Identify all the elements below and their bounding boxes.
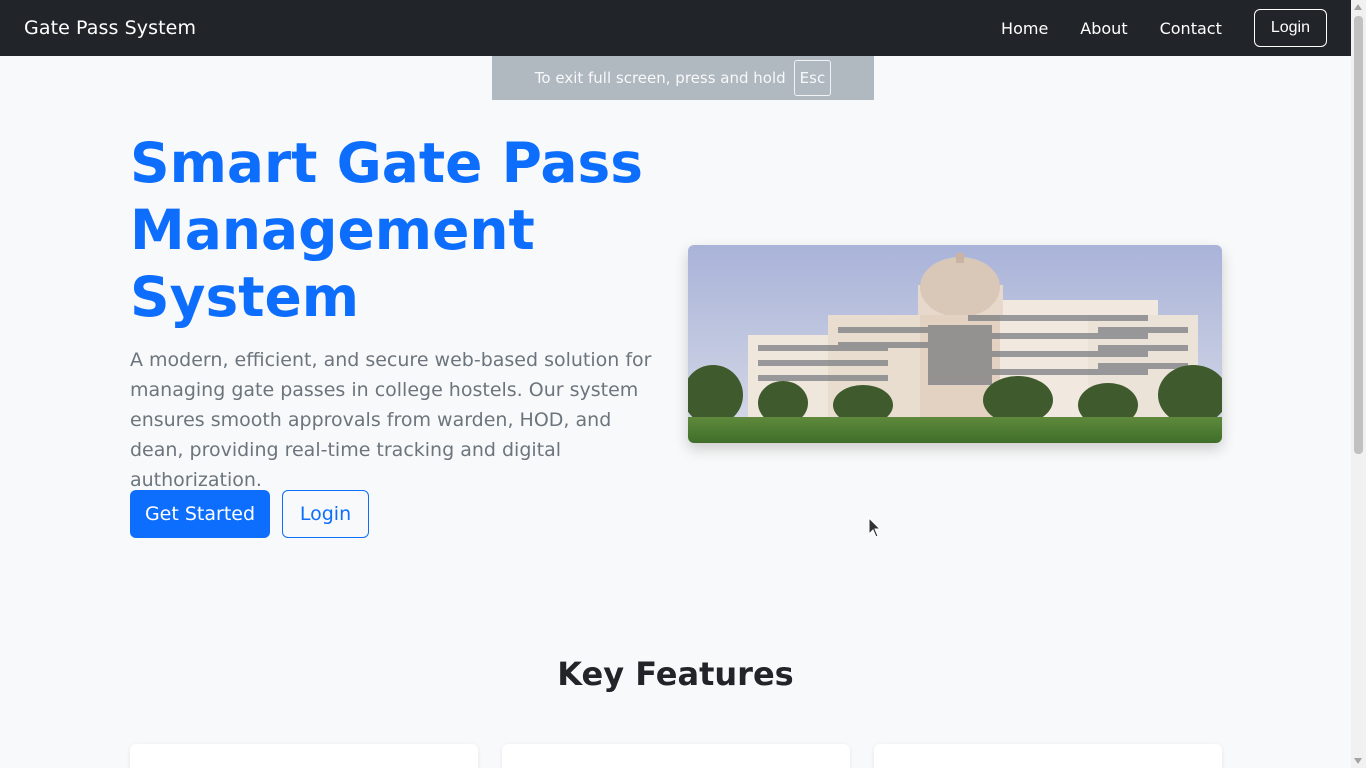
fullscreen-notice: To exit full screen, press and hold Esc	[492, 56, 874, 100]
scrollbar-thumb[interactable]	[1354, 16, 1363, 454]
features-title: Key Features	[557, 655, 794, 693]
esc-key-badge: Esc	[793, 60, 832, 96]
hero-title: Smart Gate Pass Management System	[130, 131, 644, 329]
feature-card	[874, 744, 1222, 768]
hero-login-button[interactable]: Login	[282, 490, 369, 538]
vertical-scrollbar[interactable]	[1351, 0, 1366, 768]
get-started-button[interactable]: Get Started	[130, 490, 270, 538]
nav-link-home[interactable]: Home	[1001, 19, 1048, 38]
scroll-up-icon[interactable]	[1354, 4, 1362, 10]
mouse-cursor-icon	[868, 517, 882, 538]
nav-login-button[interactable]: Login	[1253, 9, 1327, 47]
scroll-down-icon[interactable]	[1354, 758, 1362, 764]
hero-description: A modern, efficient, and secure web-base…	[130, 349, 652, 491]
college-building-photo-icon	[688, 245, 1222, 443]
feature-card	[502, 744, 850, 768]
nav-links: Home About Contact Login	[969, 9, 1327, 47]
nav-link-contact[interactable]: Contact	[1160, 19, 1222, 38]
hero-image	[688, 245, 1222, 443]
fullscreen-notice-text: To exit full screen, press and hold	[534, 69, 786, 87]
navbar: Gate Pass System Home About Contact Logi…	[0, 0, 1351, 56]
brand-link[interactable]: Gate Pass System	[24, 17, 196, 39]
feature-card	[130, 744, 478, 768]
nav-link-about[interactable]: About	[1080, 19, 1127, 38]
